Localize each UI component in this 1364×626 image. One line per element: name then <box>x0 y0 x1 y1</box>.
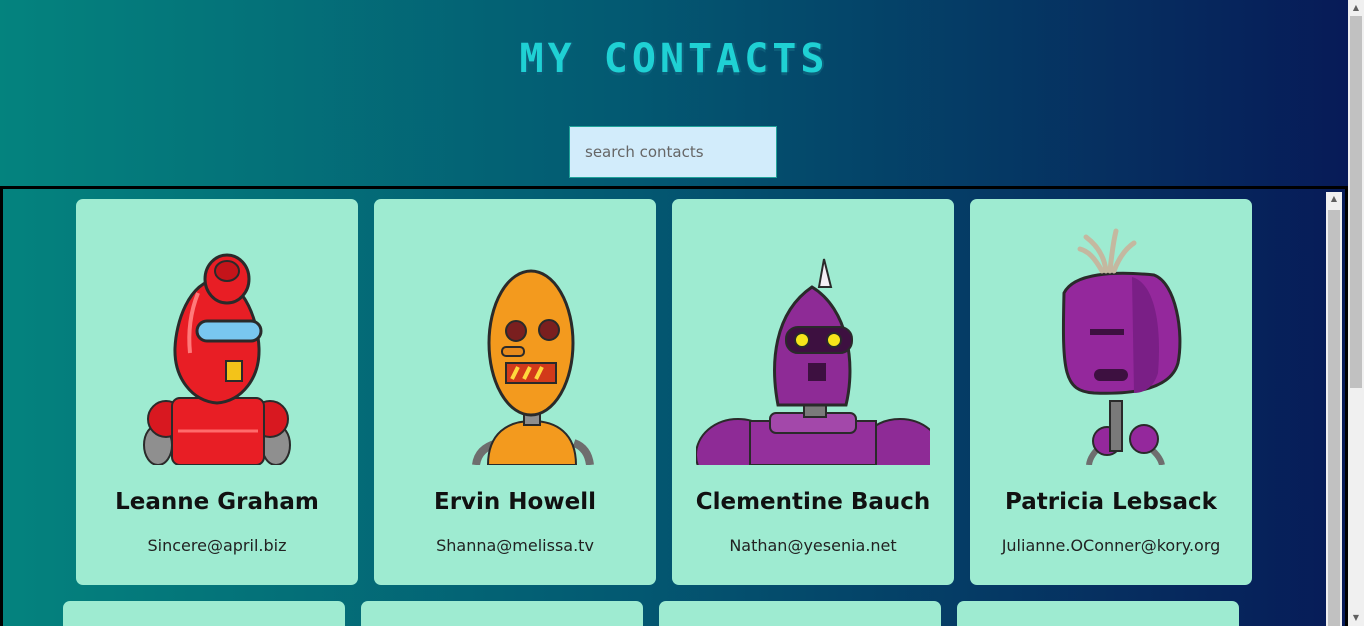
contact-card: Clementine Bauch Nathan@yesenia.net <box>672 199 954 585</box>
scrollbar-thumb[interactable] <box>1350 16 1362 388</box>
scroll-up-arrow-icon[interactable]: ▲ <box>1326 192 1342 206</box>
contact-name: Patricia Lebsack <box>1005 489 1217 515</box>
page-title: MY CONTACTS <box>519 36 829 82</box>
scroll-up-arrow-icon[interactable]: ▲ <box>1348 0 1364 16</box>
robot-avatar <box>696 258 930 465</box>
contact-email: Nathan@yesenia.net <box>729 536 897 555</box>
inner-scrollbar[interactable]: ▲ <box>1326 192 1342 626</box>
scroll-down-arrow-icon[interactable]: ▼ <box>1348 610 1364 626</box>
page-scrollbar[interactable]: ▲ ▼ <box>1348 0 1364 626</box>
search-input[interactable] <box>569 126 777 178</box>
contact-card <box>63 601 345 626</box>
robot-avatar <box>472 269 594 465</box>
contact-card <box>361 601 643 626</box>
contact-card: Ervin Howell Shanna@melissa.tv <box>374 199 656 585</box>
contact-email: Shanna@melissa.tv <box>436 536 594 555</box>
contact-name: Clementine Bauch <box>695 489 931 515</box>
contact-name: Ervin Howell <box>434 489 596 515</box>
scrollbar-thumb[interactable] <box>1328 210 1340 626</box>
contact-card: Leanne Graham Sincere@april.biz <box>76 199 358 585</box>
robot-avatar <box>1061 228 1182 465</box>
robot-avatar <box>143 253 291 465</box>
contact-card: Patricia Lebsack Julianne.OConner@kory.o… <box>970 199 1252 585</box>
contact-name: Leanne Graham <box>115 489 319 515</box>
contact-card <box>957 601 1239 626</box>
contact-email: Sincere@april.biz <box>147 536 287 555</box>
contacts-scroll-area[interactable]: Leanne Graham Sincere@april.biz Ervin Ho… <box>0 186 1348 626</box>
contact-email: Julianne.OConner@kory.org <box>1001 536 1221 555</box>
contact-card <box>659 601 941 626</box>
